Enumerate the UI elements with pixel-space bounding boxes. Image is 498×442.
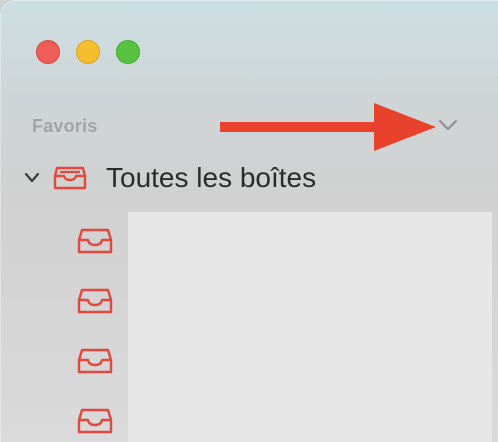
chevron-down-icon[interactable] <box>23 170 41 186</box>
all-mailboxes-label: Toutes les boîtes <box>106 162 317 193</box>
zoom-button[interactable] <box>116 40 140 64</box>
tray-icon[interactable] <box>76 282 114 316</box>
close-button[interactable] <box>36 40 60 64</box>
tray-icon[interactable] <box>76 222 114 256</box>
tray-icon <box>53 166 87 190</box>
chevron-down-icon[interactable] <box>437 116 459 134</box>
all-mailboxes-row[interactable]: Toutes les boîtes <box>20 158 420 198</box>
tray-icon[interactable] <box>76 342 114 376</box>
favorites-section-label[interactable]: Favoris <box>32 116 97 137</box>
redacted-content-panel <box>128 212 492 442</box>
tray-icon[interactable] <box>76 402 114 436</box>
minimize-button[interactable] <box>76 40 100 64</box>
annotation-arrow <box>220 103 436 151</box>
mail-window: Favoris Toutes les boîtes <box>0 0 498 442</box>
